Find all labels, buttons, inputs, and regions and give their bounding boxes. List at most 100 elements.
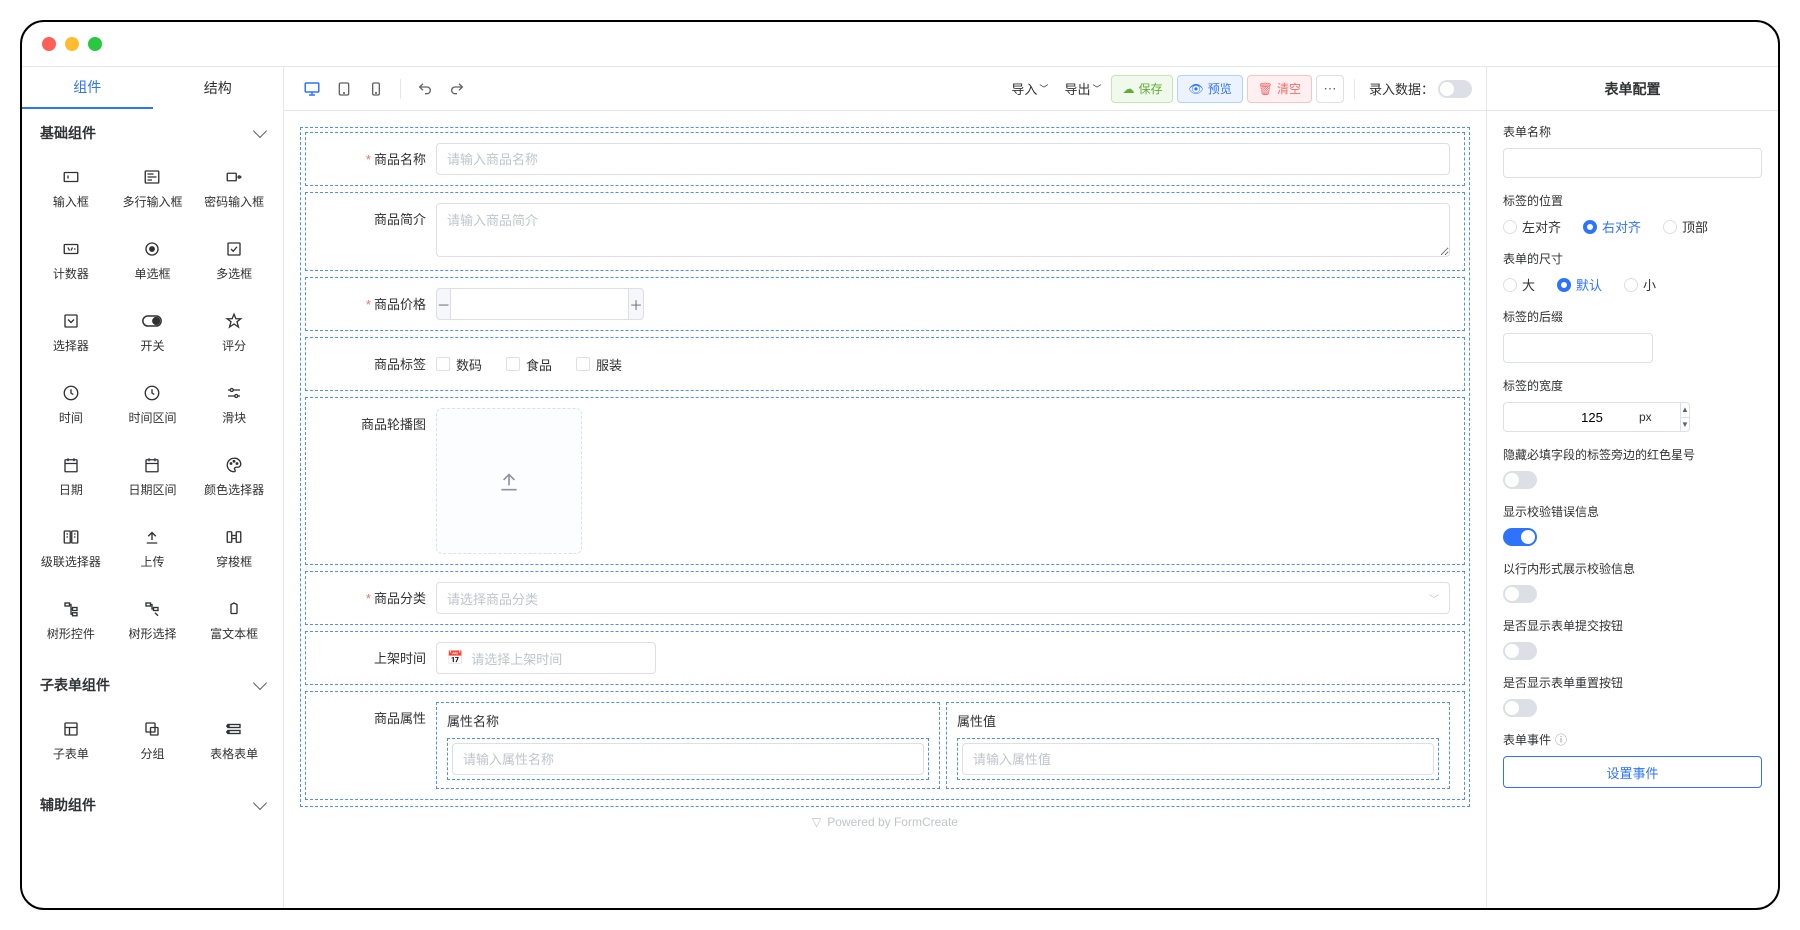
component-counter[interactable]: 计数器	[30, 229, 112, 291]
preview-button[interactable]: 👁预览	[1177, 75, 1242, 103]
label-width-input[interactable]	[1503, 402, 1681, 432]
counter-increase-button[interactable]: ＋	[628, 288, 643, 320]
clear-button[interactable]: 🗑清空	[1247, 75, 1312, 103]
tag-checkbox[interactable]: 数码	[436, 355, 482, 374]
label-pos-left[interactable]: 左对齐	[1503, 217, 1561, 236]
product-price-counter[interactable]: － ＋	[436, 288, 576, 320]
field-product-name[interactable]: *商品名称	[305, 132, 1465, 186]
field-product-brief[interactable]: 商品简介	[305, 192, 1465, 271]
undo-icon[interactable]	[411, 75, 439, 103]
device-tablet-icon[interactable]	[330, 75, 358, 103]
group-aux-header[interactable]: 辅助组件	[22, 781, 283, 829]
import-dropdown[interactable]: 导入﹀	[1005, 79, 1054, 98]
shelf-time-datepicker[interactable]: 📅 请选择上架时间	[436, 642, 656, 674]
show-error-switch[interactable]	[1503, 528, 1537, 546]
component-date-range[interactable]: 日期区间	[112, 445, 194, 507]
tag-checkbox[interactable]: 服装	[576, 355, 622, 374]
field-shelf-time[interactable]: 上架时间 📅 请选择上架时间	[305, 631, 1465, 685]
inline-valid-switch[interactable]	[1503, 585, 1537, 603]
size-small[interactable]: 小	[1624, 275, 1656, 294]
component-checkbox[interactable]: 多选框	[193, 229, 275, 291]
chevron-down-icon	[253, 124, 267, 138]
checkbox-box-icon	[506, 357, 520, 371]
component-rich-text[interactable]: 富文本框	[193, 589, 275, 651]
design-canvas[interactable]: *商品名称 商品简介 *商品价格 － ＋	[284, 111, 1486, 908]
component-textarea[interactable]: 多行输入框	[112, 157, 194, 219]
field-product-price[interactable]: *商品价格 － ＋	[305, 277, 1465, 331]
counter-decrease-button[interactable]: －	[436, 288, 451, 320]
table-form-icon	[225, 719, 243, 739]
save-button[interactable]: ☁保存	[1111, 75, 1173, 103]
product-brief-textarea[interactable]	[436, 203, 1450, 257]
traffic-close-icon[interactable]	[42, 37, 56, 51]
component-subform[interactable]: 子表单	[30, 709, 112, 771]
component-password[interactable]: 密码输入框	[193, 157, 275, 219]
record-data-switch[interactable]	[1438, 80, 1472, 98]
show-reset-switch[interactable]	[1503, 699, 1537, 717]
component-label: 开关	[140, 337, 164, 354]
size-default[interactable]: 默认	[1557, 275, 1602, 294]
upload-icon	[143, 527, 161, 547]
component-date[interactable]: 日期	[30, 445, 112, 507]
field-product-tags[interactable]: 商品标签 数码食品服装	[305, 337, 1465, 391]
attr-name-header: 属性名称	[447, 711, 929, 730]
tab-structure[interactable]: 结构	[153, 67, 284, 109]
component-table-form[interactable]: 表格表单	[193, 709, 275, 771]
component-cascader[interactable]: 级联选择器	[30, 517, 112, 579]
component-group[interactable]: 分组	[112, 709, 194, 771]
time-icon	[62, 383, 80, 403]
component-switch[interactable]: 开关	[112, 301, 194, 363]
step-down-icon[interactable]: ▼	[1681, 418, 1689, 432]
upload-box[interactable]	[436, 408, 582, 554]
component-upload[interactable]: 上传	[112, 517, 194, 579]
hide-star-switch[interactable]	[1503, 471, 1537, 489]
attr-name-input[interactable]	[452, 743, 924, 775]
attr-value-column[interactable]: 属性值	[946, 702, 1450, 789]
component-select[interactable]: 选择器	[30, 301, 112, 363]
redo-icon[interactable]	[443, 75, 471, 103]
component-label: 多行输入框	[122, 193, 182, 210]
component-color[interactable]: 颜色选择器	[193, 445, 275, 507]
checkbox-label: 食品	[526, 355, 552, 374]
group-subform-label: 子表单组件	[40, 675, 110, 695]
show-submit-switch[interactable]	[1503, 642, 1537, 660]
attr-name-column[interactable]: 属性名称	[436, 702, 940, 789]
component-time[interactable]: 时间	[30, 373, 112, 435]
tab-components[interactable]: 组件	[22, 67, 153, 109]
component-label: 单选框	[134, 265, 170, 282]
field-product-category[interactable]: *商品分类 请选择商品分类 ﹀	[305, 571, 1465, 625]
tag-checkbox[interactable]: 食品	[506, 355, 552, 374]
field-product-attrs[interactable]: 商品属性 属性名称 属性值	[305, 691, 1465, 800]
product-name-input[interactable]	[436, 143, 1450, 175]
label-suffix-input[interactable]	[1503, 333, 1653, 363]
counter-value-input[interactable]	[451, 288, 628, 320]
field-product-carousel[interactable]: 商品轮播图	[305, 397, 1465, 565]
step-up-icon[interactable]: ▲	[1681, 403, 1689, 418]
size-large[interactable]: 大	[1503, 275, 1535, 294]
component-tree[interactable]: 树形控件	[30, 589, 112, 651]
traffic-maximize-icon[interactable]	[88, 37, 102, 51]
form-name-input[interactable]	[1503, 148, 1762, 178]
set-event-button[interactable]: 设置事件	[1503, 756, 1762, 788]
component-tree-select[interactable]: 树形选择	[112, 589, 194, 651]
label-pos-right[interactable]: 右对齐	[1583, 217, 1641, 236]
group-basic-header[interactable]: 基础组件	[22, 109, 283, 157]
group-subform-header[interactable]: 子表单组件	[22, 661, 283, 709]
component-rate[interactable]: 评分	[193, 301, 275, 363]
component-radio[interactable]: 单选框	[112, 229, 194, 291]
component-slider[interactable]: 滑块	[193, 373, 275, 435]
select-icon	[62, 311, 80, 331]
device-mobile-icon[interactable]	[362, 75, 390, 103]
label-pos-top[interactable]: 顶部	[1663, 217, 1708, 236]
attr-value-input[interactable]	[962, 743, 1434, 775]
more-menu-button[interactable]: ⋯	[1316, 75, 1344, 103]
device-desktop-icon[interactable]	[298, 75, 326, 103]
category-select[interactable]: 请选择商品分类 ﹀	[436, 582, 1450, 614]
traffic-minimize-icon[interactable]	[65, 37, 79, 51]
component-label: 上传	[140, 553, 164, 570]
component-time-range[interactable]: 时间区间	[112, 373, 194, 435]
component-input[interactable]: 输入框	[30, 157, 112, 219]
export-dropdown[interactable]: 导出﹀	[1058, 79, 1107, 98]
component-transfer[interactable]: 穿梭框	[193, 517, 275, 579]
label-width-stepper[interactable]: ▲▼	[1503, 402, 1633, 432]
